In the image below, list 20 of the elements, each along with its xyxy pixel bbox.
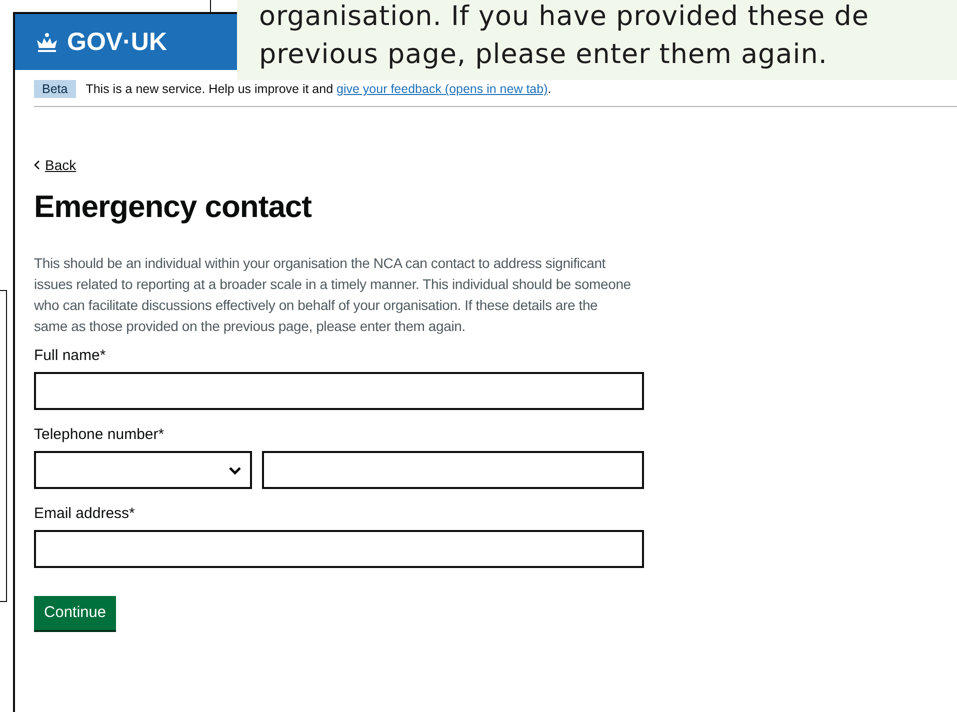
feedback-link[interactable]: give your feedback (opens in new tab)	[336, 82, 548, 96]
field-label: Telephone number*	[34, 426, 166, 443]
page-heading: Emergency contact	[34, 189, 312, 225]
text-input[interactable]	[34, 372, 644, 410]
text-input[interactable]	[34, 530, 644, 568]
phase-tag: Beta	[34, 80, 76, 98]
field-label: Email address*	[34, 505, 136, 522]
phone-input[interactable]	[262, 451, 644, 489]
back-link[interactable]: Back	[45, 157, 76, 173]
callout-text: previous page, please enter them again.	[259, 38, 828, 72]
chevron-down-icon	[228, 466, 242, 474]
chevron-left-icon	[34, 160, 40, 170]
field-label: Full name*	[34, 347, 107, 364]
intro-paragraph: This should be an individual within your organisation the NCA can contact to address significant issues related to reporting at a broader scale in a timely manner. This individual should be someone who can facilitate discussions effectively on behalf of your organisation. If these details are the same as those provided on the previous page, please enter them again.	[34, 254, 632, 336]
crown-icon	[35, 32, 59, 52]
phase-banner-text: This is a new service. Help us improve it and give your feedback (opens in new tab).	[86, 82, 552, 96]
site-logo[interactable]: GOV·UK	[67, 28, 167, 56]
continue-button[interactable]: Continue	[34, 596, 116, 630]
callout-text: organisation. If you have provided these de	[259, 0, 870, 34]
country-code-select[interactable]	[34, 451, 252, 489]
